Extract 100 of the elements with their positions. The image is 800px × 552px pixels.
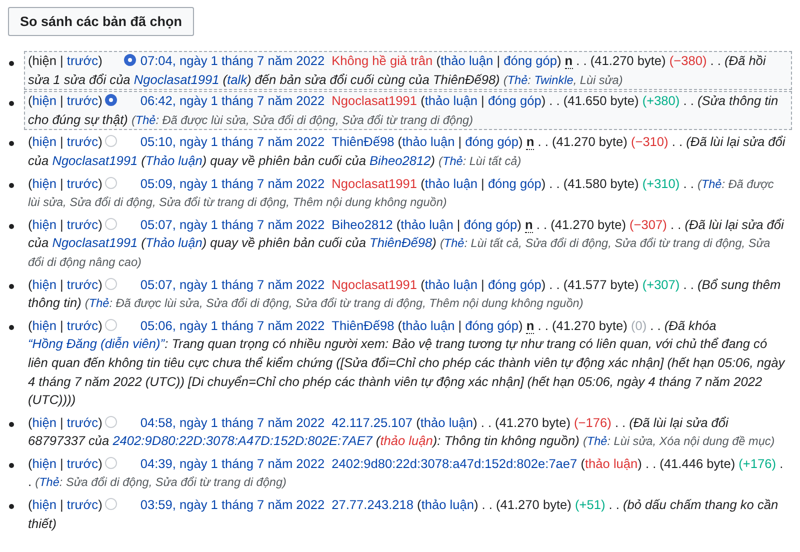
page-link[interactable]: hiện [32, 276, 56, 292]
bullet-icon [9, 504, 14, 510]
bullet-icon [9, 141, 14, 146]
page-link[interactable]: thảo luận [424, 276, 478, 292]
page-link[interactable]: trước [66, 414, 98, 430]
revision-time-link[interactable]: 05:07, ngày 1 tháng 7 năm 2022 [140, 276, 325, 292]
missing-page-link[interactable]: Ngoclasat1991 [332, 276, 418, 292]
page-link[interactable]: thảo luận [421, 497, 474, 512]
summary-link[interactable]: Biheo2812 [370, 152, 431, 168]
tag-link[interactable]: Thẻ [442, 154, 463, 168]
page-link[interactable]: Biheo2812 [332, 216, 393, 232]
missing-page-link[interactable]: Không hề giả trân [332, 53, 433, 68]
radio-button[interactable] [105, 94, 118, 106]
revision-entry: (hiện | trước) 05:10, ngày 1 tháng 7 năm 2022 ThiênĐế98 (thảo luận | đóng góp) n . . (41.270 byte) (−310) . . (Đã lùi lại sửa đổi của Ngoclasat1991 (Thảo luận) quay về phiên bản cuối của Biheo2812) (Thẻ: Lùi tất cả) [27, 133, 786, 170]
page-link[interactable]: hiện [32, 93, 56, 108]
tag-link[interactable]: Thẻ [88, 296, 110, 310]
summary-missing-link[interactable]: thảo luận [380, 433, 433, 448]
summary-link[interactable]: Thảo luận [145, 152, 202, 168]
page-link[interactable]: hiện [32, 456, 56, 471]
summary-link[interactable]: Ngoclasat1991 [134, 72, 220, 87]
summary-link[interactable]: Ngoclasat1991 [52, 152, 138, 168]
bullet-icon [9, 422, 14, 427]
page-link[interactable]: hiện [32, 414, 56, 430]
missing-page-link[interactable]: Ngoclasat1991 [332, 176, 418, 191]
page-link[interactable]: trước [66, 216, 98, 232]
missing-page-link[interactable]: thảo luận [584, 456, 638, 471]
summary-link[interactable]: “Hồng Đăng (diễn viên)” [28, 336, 165, 352]
revision-entry: (hiện | trước) 07:04, ngày 1 tháng 7 năm 2022 Không hề giả trân (thảo luận | đóng góp) n . . (41.270 byte) (−380) . . (Đã hồi sửa 1 sửa đổi của Ngoclasat1991 (talk) đến bản sửa đổi cuối cùng của ThiênĐế98) (Thẻ: Twinkle, Lùi sửa) [24, 51, 792, 90]
bullet-icon [9, 182, 14, 188]
page-link[interactable]: trước [66, 276, 98, 292]
tag-link[interactable]: Thẻ [701, 176, 722, 191]
page-link[interactable]: thảo luận [402, 318, 455, 333]
compare-button[interactable]: So sánh các bản đã chọn [8, 7, 194, 36]
page-link[interactable]: thảo luận [424, 93, 478, 108]
summary-link[interactable]: 2402:9D80:22D:3078:A47D:152D:802E:7AE7 [112, 433, 372, 448]
revision-entry: (hiện | trước) 05:06, ngày 1 tháng 7 năm 2022 ThiênĐế98 (thảo luận | đóng góp) n . . (41.270 byte) (0) . . (Đã khóa “Hồng Đăng (diễn viên)”: Trang quan trọng có nhiều người xem: Bảo vệ trang tương tự như trang có liên quan, với chủ thể đang có liên quan đến không tin tiêu cực chưa thể kiểm chứng ([Sửa đổi=Chỉ cho phép các thành viên tự động xác nhận] (hết hạn 05:06, ngày 4 tháng 7 năm 2022 (UTC)) [Di chuyển=Chỉ cho phép các thành viên tự động xác nhận] (hết hạn 05:06, ngày 4 tháng 7 năm 2022 (UTC)))) [27, 316, 786, 410]
page-link[interactable]: đóng góp [465, 318, 519, 333]
revision-entry: (hiện | trước) 03:59, ngày 1 tháng 7 năm 2022 27.77.243.218 (thảo luận) . . (41.270 byte) (+51) . . (bỏ dấu chấm thang ko cần thiết) [27, 496, 780, 533]
page-link[interactable]: trước [66, 497, 98, 512]
tag-link[interactable]: Thẻ [507, 72, 528, 87]
page-link[interactable]: ThiênĐế98 [332, 318, 394, 333]
page-link[interactable]: trước [66, 318, 98, 333]
page-link[interactable]: trước [66, 456, 98, 471]
page-link[interactable]: 27.77.243.218 [332, 497, 414, 512]
bullet-icon [9, 284, 14, 289]
revision-time-link[interactable]: 03:59, ngày 1 tháng 7 năm 2022 [140, 497, 325, 512]
page-link[interactable]: trước [66, 134, 98, 150]
summary-link[interactable]: talk [227, 72, 247, 87]
tag-link[interactable]: Thẻ [444, 236, 464, 250]
radio-button[interactable] [124, 54, 136, 66]
revision-time-link[interactable]: 04:58, ngày 1 tháng 7 năm 2022 [140, 414, 325, 430]
revision-time-link[interactable]: 05:09, ngày 1 tháng 7 năm 2022 [140, 176, 325, 191]
tag-link[interactable]: Thẻ [586, 434, 608, 448]
page-link[interactable]: 2402:9d80:22d:3078:a47d:152d:802e:7ae7 [332, 456, 578, 471]
revision-time-link[interactable]: 07:04, ngày 1 tháng 7 năm 2022 [140, 53, 325, 68]
summary-link[interactable]: Ngoclasat1991 [52, 235, 138, 250]
minor-edit-mark: n [524, 216, 533, 233]
page-link[interactable]: hiện [32, 497, 56, 512]
revision-entry: (hiện | trước) 06:42, ngày 1 tháng 7 năm 2022 Ngoclasat1991 (thảo luận | đóng góp) . . (41.650 byte) (+380) . . (Sửa thông tin cho đúng sự thật) (Thẻ: Đã được lùi sửa, Sửa đổi di động, Sửa đổi từ trang di động) [24, 91, 792, 130]
page-link[interactable]: trước [66, 93, 98, 108]
revision-entry: (hiện | trước) 05:07, ngày 1 tháng 7 năm 2022 Biheo2812 (thảo luận | đóng góp) n . . (41.270 byte) (−307) . . (Đã lùi lại sửa đổi của Ngoclasat1991 (Thảo luận) quay về phiên bản cuối của ThiênĐế98) (Thẻ: Lùi tất cả, Sửa đổi di động, Sửa đổi từ trang di động, Sửa đổi di động nâng cao) [27, 216, 785, 271]
page-link[interactable]: đóng góp [488, 176, 542, 191]
revision-time-link[interactable]: 06:42, ngày 1 tháng 7 năm 2022 [140, 93, 325, 108]
bullet-icon [9, 101, 14, 106]
page-link[interactable]: hiện [32, 176, 56, 191]
page-link[interactable]: thảo luận [424, 176, 478, 191]
page-link[interactable]: hiện [32, 216, 56, 232]
tag-link[interactable]: Thẻ [39, 475, 60, 490]
page-link[interactable]: đóng góp [465, 134, 519, 150]
revision-time-link[interactable]: 05:10, ngày 1 tháng 7 năm 2022 [140, 134, 325, 150]
page-link[interactable]: hiện [32, 134, 56, 150]
page-link[interactable]: thảo luận [400, 216, 454, 232]
page-link[interactable]: đóng góp [464, 216, 518, 232]
page-link[interactable]: trước [66, 53, 98, 68]
revision-time-link[interactable]: 05:07, ngày 1 tháng 7 năm 2022 [140, 216, 325, 232]
page-link[interactable]: thảo luận [420, 414, 474, 430]
missing-page-link[interactable]: Ngoclasat1991 [332, 93, 418, 108]
revision-time-link[interactable]: 05:06, ngày 1 tháng 7 năm 2022 [140, 318, 325, 333]
bullet-icon [9, 61, 14, 66]
page-link[interactable]: thảo luận [402, 134, 455, 150]
page-link[interactable]: trước [66, 176, 98, 191]
page-link[interactable]: đóng góp [504, 53, 557, 68]
page-link[interactable]: đóng góp [488, 93, 542, 108]
minor-edit-mark: n [564, 53, 573, 69]
bullet-icon [9, 462, 14, 468]
page-link[interactable]: đóng góp [488, 276, 542, 292]
revision-entry: (hiện | trước) 05:09, ngày 1 tháng 7 năm 2022 Ngoclasat1991 (thảo luận | đóng góp) . . (41.580 byte) (+310) . . (Thẻ: Đã được lùi sửa, Sửa đổi di động, Sửa đổi từ trang di động, Thêm nội dung không nguồn) [27, 174, 775, 212]
tag-link[interactable]: Thẻ [135, 112, 156, 127]
page-link[interactable]: ThiênĐế98 [332, 134, 394, 150]
page-link[interactable]: hiện [32, 318, 56, 333]
page-link[interactable]: 42.117.25.107 [332, 414, 413, 430]
minor-edit-mark: n [526, 318, 534, 334]
summary-link[interactable]: Thảo luận [145, 235, 202, 250]
tag-link[interactable]: Twinkle [534, 72, 574, 87]
bullet-icon [9, 324, 14, 330]
page-link[interactable]: thảo luận [440, 53, 494, 68]
revision-time-link[interactable]: 04:39, ngày 1 tháng 7 năm 2022 [140, 456, 325, 471]
revision-entry: (hiện | trước) 04:39, ngày 1 tháng 7 năm 2022 2402:9d80:22d:3078:a47d:152d:802e:7ae7 (thảo luận) . . (41.446 byte) (+176) . . (Thẻ: Sửa đổi di động, Sửa đổi từ trang di động) [27, 454, 784, 492]
revision-entry: (hiện | trước) 05:07, ngày 1 tháng 7 năm 2022 Ngoclasat1991 (thảo luận | đóng góp) . . (41.577 byte) (+307) . . (Bổ sung thêm thông tin) (Thẻ: Đã được lùi sửa, Sửa đổi di động, Sửa đổi từ trang di động, Thêm nội dung không nguồn) [27, 276, 782, 312]
summary-link[interactable]: ThiênĐế98 [370, 235, 432, 250]
